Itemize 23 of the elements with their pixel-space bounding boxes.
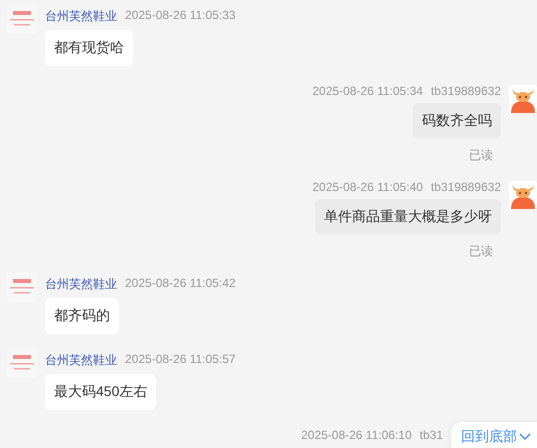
sender-name: 台州芙然鞋业 — [45, 276, 117, 293]
timestamp: 2025-08-26 11:05:34 — [312, 84, 423, 98]
read-status: 已读 — [469, 147, 493, 164]
timestamp: 2025-08-26 11:05:42 — [125, 276, 236, 292]
sender-name: tb319889632 — [430, 84, 501, 98]
timestamp: 2025-08-26 11:05:33 — [125, 8, 236, 24]
message-bubble: 最大码450左右 — [45, 374, 156, 410]
message-bubble: 都有现货哈 — [45, 30, 133, 66]
sender-name: 台州芙然鞋业 — [45, 352, 117, 369]
sender-name: tb31 — [420, 428, 443, 442]
message-bubble: 单件商品重量大概是多少呀 — [315, 199, 501, 235]
read-status: 已读 — [469, 243, 493, 260]
message-bubble: 码数齐全吗 — [413, 103, 501, 139]
bull-avatar-icon — [509, 181, 537, 209]
timestamp: 2025-08-26 11:05:40 — [312, 180, 423, 194]
timestamp: 2025-08-26 11:05:57 — [125, 352, 236, 368]
message-bubble: 都齐码的 — [45, 298, 119, 334]
scroll-to-bottom-button[interactable]: 回到底部 — [451, 422, 537, 448]
sender-name: 台州芙然鞋业 — [45, 8, 117, 25]
timestamp: 2025-08-26 11:06:10 — [301, 428, 412, 442]
bull-avatar-icon — [509, 85, 537, 113]
sender-name: tb319889632 — [430, 180, 501, 194]
chevron-down-icon — [519, 433, 531, 441]
